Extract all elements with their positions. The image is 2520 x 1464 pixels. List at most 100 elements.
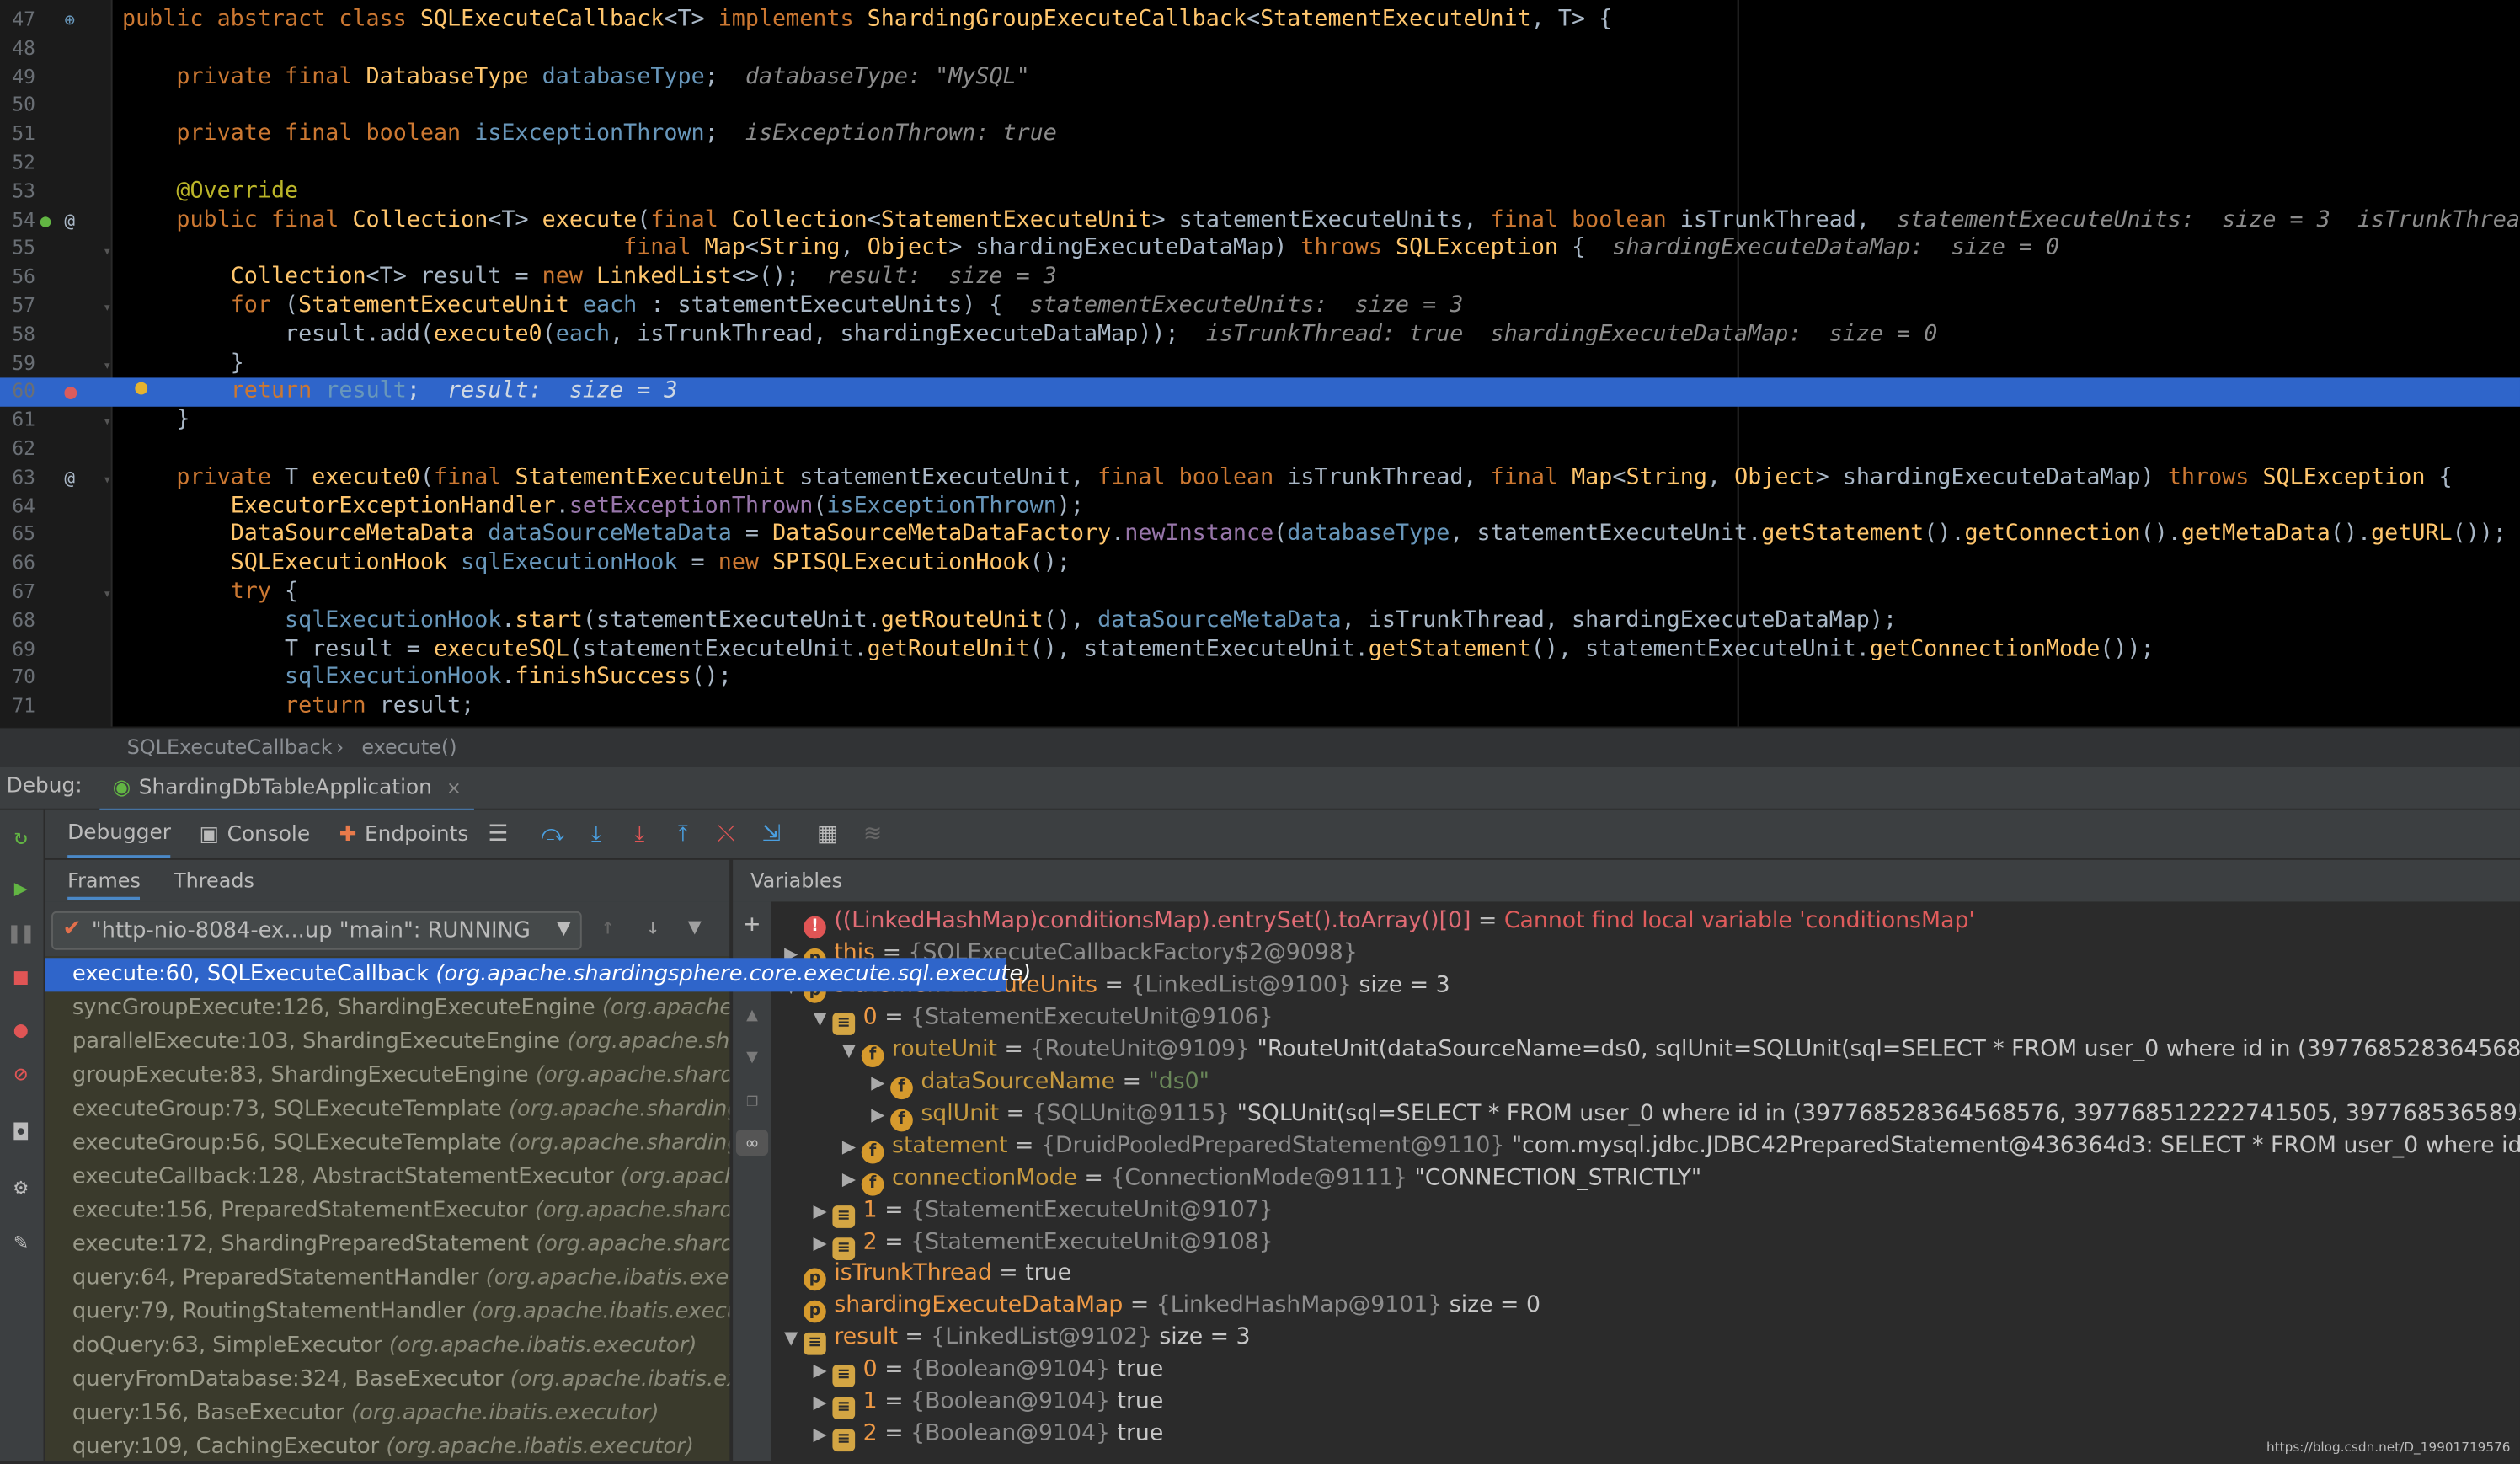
fold-marker-icon[interactable]: ▾ — [103, 241, 111, 265]
code-line[interactable]: 68 sqlExecutionHook.start(statementExecu… — [0, 607, 2520, 636]
frame-item[interactable]: query:79, RoutingStatementHandler (org.a… — [45, 1296, 729, 1329]
move-up-icon[interactable]: ▲ — [739, 1002, 766, 1028]
variable-row[interactable]: ▼ f routeUnit = {RouteUnit@9109} "RouteUni… — [842, 1034, 2520, 1067]
line-number[interactable]: 51 — [0, 120, 35, 149]
code-text[interactable]: sqlExecutionHook.start(statementExecuteU… — [122, 607, 1897, 636]
code-text[interactable]: sqlExecutionHook.finishSuccess(); — [122, 665, 732, 693]
chevron-right-icon[interactable]: ▶ — [814, 1419, 833, 1451]
tab-threads[interactable]: Threads — [174, 868, 254, 892]
chevron-down-icon[interactable]: ▼ — [814, 1002, 833, 1034]
thread-dropdown[interactable]: ✔ "http-nio-8084-ex...up "main": RUNNING… — [51, 911, 582, 950]
line-number[interactable]: 47 — [0, 7, 35, 35]
line-number[interactable]: 60 — [0, 378, 35, 407]
code-line[interactable]: 53 @Override — [0, 178, 2520, 206]
line-number[interactable]: 57 — [0, 292, 35, 321]
breakpoint-icon[interactable]: ● — [64, 381, 77, 405]
code-line[interactable]: 65 DataSourceMetaData dataSourceMetaData… — [0, 521, 2520, 550]
chevron-down-icon[interactable]: ▼ — [842, 1034, 862, 1066]
code-text[interactable]: private final boolean isExceptionThrown;… — [122, 120, 1057, 149]
variable-row[interactable]: ▶ f dataSourceName = "ds0" — [871, 1066, 1209, 1099]
line-number[interactable]: 66 — [0, 550, 35, 579]
variable-row[interactable]: p isTrunkThread = true — [784, 1258, 1071, 1292]
tab-debugger[interactable]: Debugger — [67, 810, 171, 858]
variable-row[interactable]: ▼ ≡ 0 = {StatementExecuteUnit@9106} — [814, 1001, 1273, 1035]
fold-marker-icon[interactable]: ▾ — [103, 411, 111, 435]
line-number[interactable]: 69 — [0, 636, 35, 665]
debug-session-tab[interactable]: ◉ ShardingDbTableApplication × — [99, 767, 474, 812]
frame-item[interactable]: executeGroup:73, SQLExecuteTemplate (org… — [45, 1093, 729, 1127]
force-step-into-icon[interactable]: ⤓ — [625, 820, 654, 848]
tab-frames[interactable]: Frames — [67, 868, 141, 900]
frame-item[interactable]: parallelExecute:103, ShardingExecuteEngi… — [45, 1025, 729, 1059]
run-to-cursor-icon[interactable]: ⇲ — [757, 820, 786, 848]
chevron-right-icon[interactable]: ▶ — [871, 1067, 890, 1099]
line-number[interactable]: 61 — [0, 407, 35, 435]
code-text[interactable]: private T execute0(final StatementExecut… — [122, 464, 2452, 493]
stop-icon[interactable]: ■ — [7, 963, 35, 991]
breadcrumb-method[interactable]: execute() — [361, 735, 456, 759]
code-line[interactable]: 51 private final boolean isExceptionThro… — [0, 120, 2520, 149]
line-number[interactable]: 48 — [0, 35, 35, 64]
line-number[interactable]: 50 — [0, 93, 35, 121]
variable-row[interactable]: p shardingExecuteDataMap = {LinkedHashMap… — [784, 1290, 1540, 1324]
chevron-right-icon[interactable]: ▶ — [814, 1355, 833, 1387]
code-line[interactable]: 50 — [0, 93, 2520, 121]
line-number[interactable]: 65 — [0, 521, 35, 550]
variable-row[interactable]: ▶ ≡ 0 = {Boolean@9104} true — [814, 1354, 1163, 1388]
chevron-right-icon[interactable]: ▶ — [814, 1227, 833, 1259]
code-text[interactable]: private final DatabaseType databaseType;… — [122, 64, 1030, 93]
code-text[interactable]: } — [122, 407, 190, 435]
code-line[interactable]: 47 public abstract class SQLExecuteCallba… — [0, 7, 2520, 35]
line-number[interactable]: 68 — [0, 607, 35, 636]
arrow-up-icon[interactable]: ↑ — [601, 915, 615, 941]
copy-icon[interactable]: ❐ — [739, 1087, 766, 1113]
frame-item[interactable]: execute:156, PreparedStatementExecutor (… — [45, 1194, 729, 1228]
code-text[interactable]: public abstract class SQLExecuteCallback… — [122, 7, 1612, 35]
code-line[interactable]: 52 — [0, 149, 2520, 178]
code-line[interactable]: 64 ExecutorExceptionHandler.setException… — [0, 493, 2520, 521]
frame-item[interactable]: executeCallback:128, AbstractStatementEx… — [45, 1161, 729, 1194]
code-text[interactable]: T result = executeSQL(statementExecuteUn… — [122, 636, 2154, 665]
code-line[interactable]: 62 — [0, 435, 2520, 464]
variable-row[interactable]: ▶ ≡ 2 = {StatementExecuteUnit@9108} — [814, 1226, 1273, 1260]
override-marker-icon[interactable]: @ — [64, 209, 75, 233]
code-line[interactable]: 57 for (StatementExecuteUnit each : stat… — [0, 292, 2520, 321]
variable-row[interactable]: ▶ f connectionMode = {ConnectionMode@9111}… — [842, 1162, 1701, 1195]
code-line[interactable]: 49 private final DatabaseType databaseTy… — [0, 64, 2520, 93]
code-line[interactable]: 66 SQLExecutionHook sqlExecutionHook = n… — [0, 550, 2520, 579]
frame-item-selected[interactable]: execute:60, SQLExecuteCallback (org.apac… — [45, 958, 1031, 992]
code-line[interactable]: 67 try { — [0, 579, 2520, 607]
code-line[interactable]: 70 sqlExecutionHook.finishSuccess(); — [0, 665, 2520, 693]
code-line[interactable]: 59 } — [0, 350, 2520, 378]
variables-tree[interactable]: ! ((LinkedHashMap)conditionsMap).entrySet… — [771, 901, 2520, 1461]
fold-marker-icon[interactable]: ▾ — [103, 355, 111, 380]
drop-frame-icon[interactable]: ⤬ — [712, 820, 740, 848]
variable-row[interactable]: ▼ ≡ result = {LinkedList@9102} size = 3 — [784, 1322, 1251, 1356]
pin-icon[interactable]: ✎ — [7, 1228, 35, 1257]
step-over-icon[interactable]: ⤼ — [538, 820, 567, 848]
line-number[interactable]: 58 — [0, 321, 35, 350]
code-line[interactable]: 71 return result; — [0, 693, 2520, 722]
variable-row[interactable]: ▶ f sqlUnit = {SQLUnit@9115} "SQLUnit(sql=… — [871, 1098, 2520, 1131]
variable-row[interactable]: ! ((LinkedHashMap)conditionsMap).entrySet… — [784, 905, 1975, 939]
code-text[interactable]: @Override — [122, 178, 298, 206]
intention-bulb-icon[interactable]: ● — [135, 377, 147, 401]
fold-marker-icon[interactable]: ▾ — [103, 297, 111, 322]
chevron-right-icon[interactable]: ▶ — [842, 1131, 862, 1163]
evaluate-expression-icon[interactable]: ▦ — [814, 820, 842, 848]
code-line[interactable]: 56 Collection<T> result = new LinkedList… — [0, 264, 2520, 292]
frame-item[interactable]: queryFromDatabase:324, BaseExecutor (org… — [45, 1363, 729, 1397]
code-text[interactable]: } — [122, 350, 244, 378]
code-line[interactable]: 63 private T execute0(final StatementExe… — [0, 464, 2520, 493]
frame-item[interactable]: query:64, PreparedStatementHandler (org.… — [45, 1262, 729, 1296]
frame-item[interactable]: doQuery:63, SimpleExecutor (org.apache.i… — [45, 1329, 729, 1363]
pause-icon[interactable]: ❚❚ — [7, 919, 35, 948]
fold-marker-icon[interactable]: ▾ — [103, 584, 111, 608]
trace-icon[interactable]: ≋ — [858, 820, 887, 848]
line-number[interactable]: 63 — [0, 464, 35, 493]
rerun-icon[interactable]: ↻ — [7, 823, 35, 852]
variable-row[interactable]: ▶ f statement = {DruidPooledPreparedStatem… — [842, 1130, 2520, 1163]
line-number[interactable]: 70 — [0, 665, 35, 693]
line-number[interactable]: 64 — [0, 493, 35, 521]
frame-item[interactable]: query:156, BaseExecutor (org.apache.ibat… — [45, 1397, 729, 1430]
